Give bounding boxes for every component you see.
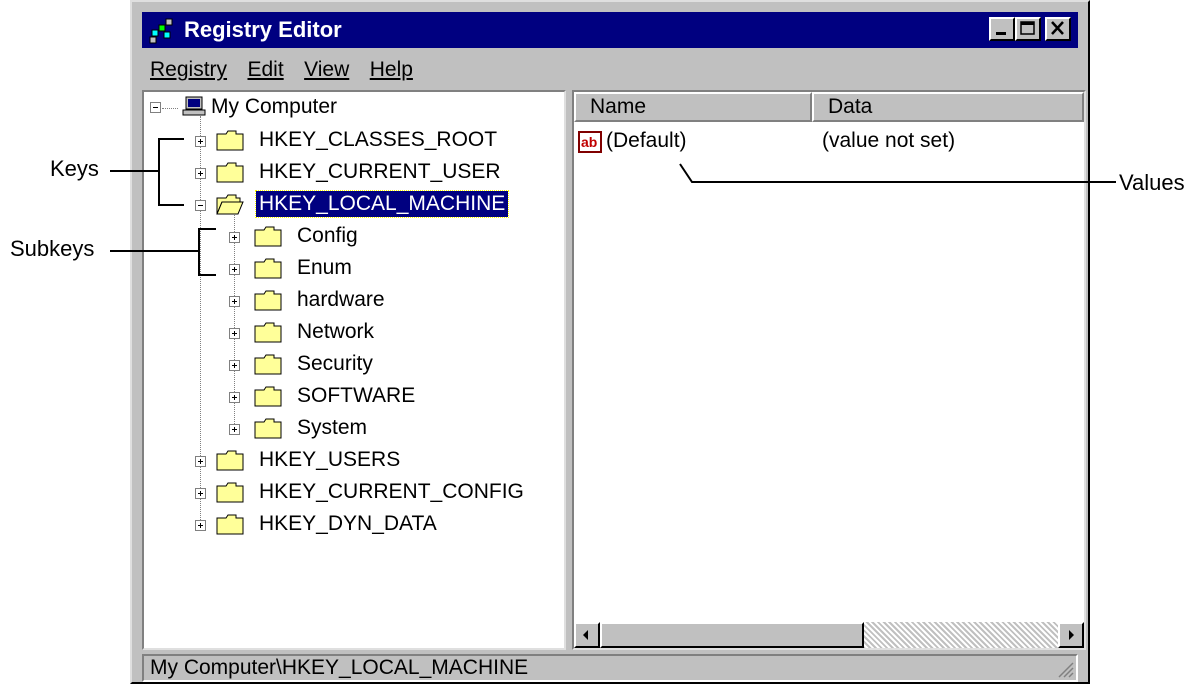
- expand-hkey-users[interactable]: [195, 456, 206, 467]
- tree-subkey-network[interactable]: Network: [294, 319, 377, 345]
- menu-help[interactable]: Help: [362, 54, 421, 84]
- folder-icon: [254, 258, 282, 279]
- expand-hardware[interactable]: [229, 296, 240, 307]
- expand-hkey-classes-root[interactable]: [195, 136, 206, 147]
- registry-editor-icon: [149, 18, 173, 44]
- tree-key-hkey-classes-root[interactable]: HKEY_CLASSES_ROOT: [256, 127, 500, 153]
- close-icon: [1051, 21, 1064, 35]
- expand-config[interactable]: [229, 232, 240, 243]
- expand-hkey-current-user[interactable]: [195, 168, 206, 179]
- status-bar: My Computer\HKEY_LOCAL_MACHINE: [142, 654, 1078, 682]
- value-name: (Default): [606, 129, 687, 152]
- arrow-left-icon: [583, 630, 588, 640]
- menu-edit[interactable]: Edit: [239, 54, 291, 84]
- open-folder-icon: [216, 194, 244, 215]
- tree-subkey-software[interactable]: SOFTWARE: [294, 383, 418, 409]
- folder-icon: [216, 450, 244, 471]
- expand-system[interactable]: [229, 424, 240, 435]
- folder-icon: [254, 322, 282, 343]
- window-title: Registry Editor: [184, 17, 342, 42]
- folder-icon: [216, 130, 244, 151]
- annotation-subkeys: Subkeys: [10, 236, 95, 261]
- folder-icon: [254, 386, 282, 407]
- minimize-button[interactable]: [989, 17, 1015, 41]
- column-header-data[interactable]: Data: [812, 92, 1084, 122]
- folder-icon: [216, 514, 244, 535]
- scrollbar-thumb[interactable]: [600, 622, 864, 648]
- title-bar[interactable]: Registry Editor: [142, 12, 1078, 48]
- svg-text:ab: ab: [581, 134, 597, 150]
- tree-subkey-config[interactable]: Config: [294, 223, 361, 249]
- annotation-values: Values: [1119, 170, 1185, 195]
- expand-security[interactable]: [229, 360, 240, 371]
- tree-subkey-enum[interactable]: Enum: [294, 255, 355, 281]
- menu-bar: Registry Edit View Help: [142, 54, 1078, 86]
- menu-registry[interactable]: Registry: [142, 54, 235, 84]
- scroll-left-button[interactable]: [574, 622, 600, 648]
- folder-icon: [254, 354, 282, 375]
- collapse-root-toggle[interactable]: [150, 102, 161, 113]
- collapse-hkey-local-machine[interactable]: [195, 200, 206, 211]
- tree-root-label[interactable]: My Computer: [208, 94, 340, 120]
- maximize-icon: [1020, 21, 1035, 35]
- horizontal-scrollbar[interactable]: [574, 622, 1084, 648]
- folder-icon: [254, 290, 282, 311]
- minimize-icon: [996, 32, 1006, 35]
- scroll-right-button[interactable]: [1058, 622, 1084, 648]
- value-data: (value not set): [822, 129, 956, 152]
- my-computer-icon: [182, 96, 206, 116]
- tree-subkey-security[interactable]: Security: [294, 351, 376, 377]
- expand-network[interactable]: [229, 328, 240, 339]
- folder-icon: [216, 482, 244, 503]
- tree-key-hkey-current-user[interactable]: HKEY_CURRENT_USER: [256, 159, 504, 185]
- registry-editor-window: Registry Editor Registry Edit View Help …: [130, 0, 1090, 684]
- status-path: My Computer\HKEY_LOCAL_MACHINE: [150, 656, 529, 679]
- expand-enum[interactable]: [229, 264, 240, 275]
- string-value-icon: ab: [578, 131, 602, 153]
- registry-tree-pane[interactable]: My Computer HKEY_CLASSES_ROOT HKEY_CURRE…: [142, 90, 566, 650]
- tree-subkey-hardware[interactable]: hardware: [294, 287, 388, 313]
- expand-hkey-current-config[interactable]: [195, 488, 206, 499]
- tree-subkey-system[interactable]: System: [294, 415, 370, 441]
- tree-key-hkey-current-config[interactable]: HKEY_CURRENT_CONFIG: [256, 479, 527, 505]
- expand-software[interactable]: [229, 392, 240, 403]
- column-header-name[interactable]: Name: [574, 92, 812, 122]
- close-button[interactable]: [1045, 17, 1071, 41]
- values-pointer-line: [679, 163, 1116, 183]
- expand-hkey-dyn-data[interactable]: [195, 520, 206, 531]
- annotation-keys: Keys: [50, 156, 99, 181]
- folder-icon: [216, 162, 244, 183]
- resize-grip-icon[interactable]: [1056, 660, 1074, 678]
- list-item[interactable]: ab (Default) (value not set): [578, 128, 1078, 156]
- folder-icon: [254, 418, 282, 439]
- tree-key-hkey-dyn-data[interactable]: HKEY_DYN_DATA: [256, 511, 440, 537]
- menu-view[interactable]: View: [296, 54, 357, 84]
- folder-icon: [254, 226, 282, 247]
- maximize-button[interactable]: [1015, 17, 1041, 41]
- tree-key-hkey-users[interactable]: HKEY_USERS: [256, 447, 403, 473]
- arrow-right-icon: [1069, 630, 1074, 640]
- tree-key-hkey-local-machine[interactable]: HKEY_LOCAL_MACHINE: [254, 190, 510, 218]
